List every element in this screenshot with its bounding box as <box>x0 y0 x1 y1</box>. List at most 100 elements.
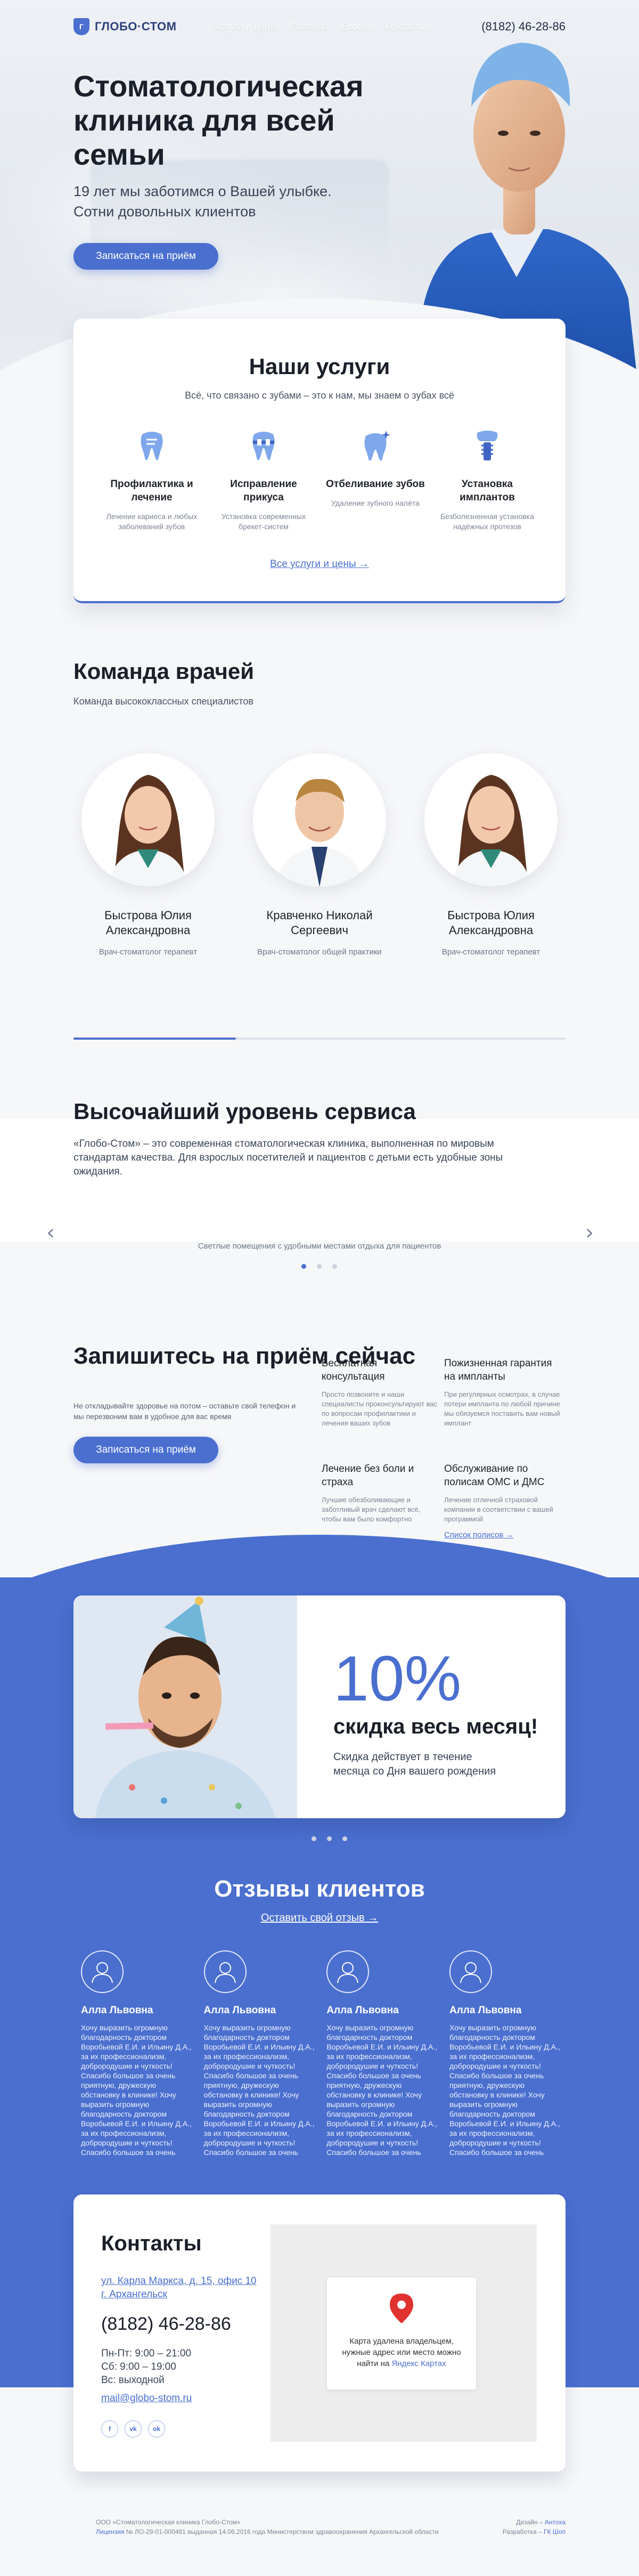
slider-next-arrow[interactable]: › <box>581 1220 597 1245</box>
feature-free-consult: Бесплатная консультация Просто позвоните… <box>322 1357 439 1428</box>
team-scroll-thumb[interactable] <box>73 1038 236 1040</box>
footer: ООО «Стоматологическая клиника Глобо-Сто… <box>0 2494 639 2576</box>
feature-desc: При регулярных осмотрах, в случае потери… <box>444 1390 560 1427</box>
review-card: Алла Львовна Хочу выразить огромную благ… <box>449 1950 560 2157</box>
reviews-grid: Алла Львовна Хочу выразить огромную благ… <box>81 1950 560 2157</box>
doctor-photo <box>424 754 558 887</box>
promo-title: скидка весь месяц! <box>333 1715 538 1738</box>
nav-link-services[interactable]: Услуги и цены <box>214 21 276 33</box>
service-item-braces[interactable]: Исправление прикуса Установка современны… <box>213 428 314 532</box>
map-removed-note: Карта удалена владельцем, нужные адрес и… <box>327 2278 476 2389</box>
review-card: Алла Львовна Хочу выразить огромную благ… <box>203 1950 315 2157</box>
service-name: Исправление прикуса <box>230 479 297 503</box>
service-item-prevention[interactable]: Профилактика и лечение Лечение кариеса и… <box>101 428 202 532</box>
contacts-title: Контакты <box>101 2232 202 2255</box>
slider-dot[interactable] <box>317 1264 322 1269</box>
dev-credit-link[interactable]: ГК Шоп <box>544 2528 566 2536</box>
doctor-name: Кравченко Николай Сергеевич <box>266 909 373 937</box>
nav-link-important[interactable]: Важно <box>342 21 371 33</box>
feature-insurance: Обслуживание по полисам ОМС и ДМС Лечени… <box>444 1462 561 1540</box>
user-avatar-icon <box>449 1950 492 1993</box>
footer-company: ООО «Стоматологическая клиника Глобо-Сто… <box>96 2518 241 2526</box>
user-avatar-icon <box>326 1950 370 1993</box>
review-author: Алла Львовна <box>203 2005 276 2016</box>
slider-prev-arrow[interactable]: ‹ <box>43 1220 59 1245</box>
slider-dot[interactable] <box>301 1264 306 1269</box>
doctor-card[interactable]: Быстрова Юлия Александровна Врач-стомато… <box>73 754 223 957</box>
appointment-subtitle: Не откладывайте здоровье на потом – оста… <box>73 1402 296 1421</box>
nav-link-contacts[interactable]: Контакты <box>385 21 427 33</box>
design-label: Дизайн – <box>516 2518 543 2526</box>
tooth-care-icon <box>134 428 169 464</box>
review-author: Алла Львовна <box>449 2005 522 2016</box>
team-subtitle: Команда высококлассных специалистов <box>73 696 253 707</box>
feature-name: Обслуживание по полисам ОМС и ДМС <box>444 1463 545 1488</box>
hero-book-button[interactable]: Записаться на приём <box>73 243 218 270</box>
service-item-implants[interactable]: Установка имплантов Безболезненная устан… <box>437 428 538 532</box>
page: Г ГЛОБО·СТОМ Услуги и цены Полезно Важно… <box>0 0 639 2576</box>
map-text: Карта удалена владельцем, нужные адрес и… <box>327 2336 476 2369</box>
design-credit-link[interactable]: Антоха <box>545 2518 566 2526</box>
contacts-hours: Пн-Пт: 9:00 – 21:00 Сб: 9:00 – 19:00 Вс:… <box>101 2348 192 2386</box>
review-text: Хочу выразить огромную благодарность док… <box>81 2023 192 2157</box>
insurance-list-link[interactable]: Список полисов → <box>444 1530 561 1540</box>
service-name: Установка имплантов <box>460 479 515 503</box>
tooth-braces-icon <box>246 428 281 464</box>
promo-party-photo <box>73 1595 297 1818</box>
map-area[interactable]: Карта удалена владельцем, нужные адрес и… <box>271 2224 537 2442</box>
map-pin-icon <box>390 2294 413 2323</box>
doctor-name: Быстрова Юлия Александровна <box>104 909 192 937</box>
team-scroll-bar[interactable] <box>73 1038 566 1040</box>
service-name: Отбеливание зубов <box>326 479 425 490</box>
logo[interactable]: Г ГЛОБО·СТОМ <box>73 18 176 35</box>
footer-license-text: № ЛО-29-01-000481 выданная 14.06.2016 го… <box>126 2528 439 2536</box>
logo-text: ГЛОБО·СТОМ <box>95 20 177 33</box>
user-avatar-icon <box>81 1950 124 1993</box>
services-title: Наши услуги <box>249 354 390 379</box>
odnoklassniki-icon[interactable]: ok <box>148 2420 165 2437</box>
review-author: Алла Львовна <box>81 2005 153 2016</box>
service-level-text: «Глобо-Стом» – это современная стоматоло… <box>73 1138 503 1177</box>
all-services-link[interactable]: Все услуги и цены → <box>73 558 566 570</box>
slider-dot[interactable] <box>327 1836 332 1841</box>
slider-dot[interactable] <box>296 1836 301 1841</box>
leave-review-link[interactable]: Оставить свой отзыв → <box>0 1912 639 1924</box>
feature-name: Бесплатная консультация <box>322 1358 385 1382</box>
footer-license-link[interactable]: Лицензия <box>96 2528 124 2536</box>
feature-desc: Лучшие обезболивающие и заботливый врач … <box>322 1496 421 1523</box>
service-item-whitening[interactable]: Отбеливание зубов Удаление зубного налёт… <box>325 428 426 532</box>
feature-desc: Просто позвоните и наши специалисты прок… <box>322 1390 438 1427</box>
slider-dots <box>301 1264 337 1269</box>
appointment-book-button[interactable]: Записаться на приём <box>73 1437 218 1463</box>
promo-card[interactable]: 10% скидка весь месяц! Скидка действует … <box>73 1595 566 1818</box>
doctor-card[interactable]: Кравченко Николай Сергеевич Врач-стомато… <box>245 754 394 957</box>
slider-dot[interactable] <box>342 1836 347 1841</box>
feature-desc: Лечение отличной страховой компании в со… <box>444 1496 553 1523</box>
reviews-title: Отзывы клиентов <box>214 1876 425 1902</box>
nav-link-useful[interactable]: Полезно <box>291 21 329 33</box>
footer-design: Дизайн – Антоха <box>503 2517 566 2527</box>
review-text: Хочу выразить огромную благодарность док… <box>326 2023 438 2157</box>
facebook-icon[interactable]: f <box>101 2420 118 2437</box>
slider-dot[interactable] <box>332 1264 337 1269</box>
feature-name: Пожизненная гарантия на импланты <box>444 1358 552 1382</box>
user-avatar-icon <box>203 1950 247 1993</box>
slider-caption: Светлые помещения с удобными местами отд… <box>198 1242 441 1251</box>
doctor-photo <box>81 754 215 887</box>
slider-dot[interactable] <box>312 1836 316 1841</box>
review-card: Алла Львовна Хочу выразить огромную благ… <box>81 1950 192 2157</box>
yandex-maps-link[interactable]: Яндекс Картах <box>391 2359 446 2368</box>
promo-description: Скидка действует в течение месяца со Дня… <box>333 1751 496 1777</box>
implant-icon <box>470 428 505 464</box>
footer-dev: Разработка – ГК Шоп <box>503 2527 566 2537</box>
doctor-name: Быстрова Юлия Александровна <box>447 909 535 937</box>
vk-icon[interactable]: vk <box>125 2420 142 2437</box>
doctor-role: Врач-стоматолог терапевт <box>441 947 540 957</box>
feature-guarantee: Пожизненная гарантия на импланты При рег… <box>444 1357 561 1428</box>
contacts-phone[interactable]: (8182) 46-28-86 <box>101 2314 231 2335</box>
contacts-email-link[interactable]: mail@globo-stom.ru <box>101 2393 192 2404</box>
doctor-card[interactable]: Быстрова Юлия Александровна Врач-стомато… <box>416 754 566 957</box>
services-grid: Профилактика и лечение Лечение кариеса и… <box>101 428 538 532</box>
header-phone[interactable]: (8182) 46-28-86 <box>481 20 566 34</box>
contacts-address-link[interactable]: ул. Карла Маркса, д. 15, офис 10 г. Арха… <box>101 2274 261 2301</box>
